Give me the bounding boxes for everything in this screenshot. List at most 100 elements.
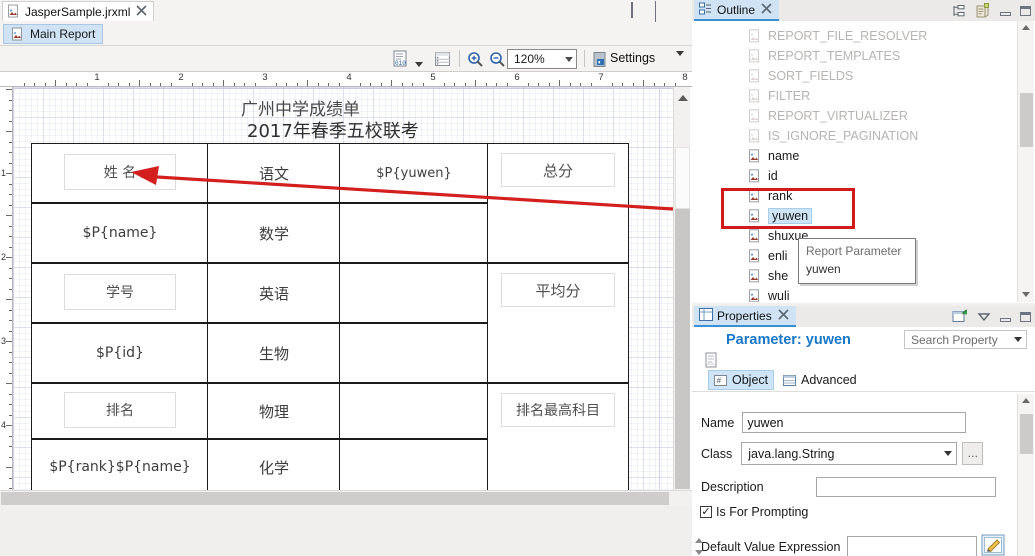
outline-item-report_virtualizer[interactable]: REPORT_VIRTUALIZER [748, 106, 908, 126]
chevron-down-icon[interactable] [944, 451, 953, 456]
name-field[interactable]: yuwen [742, 412, 967, 433]
vertical-ruler: 1234 [0, 87, 13, 490]
class-browse-button[interactable]: … [962, 442, 984, 465]
ruler-tick [108, 83, 109, 86]
report-title-line2[interactable]: 2017年春季五校联考 [247, 117, 419, 143]
maximize-icon[interactable] [1020, 311, 1031, 325]
cell-wuli-label[interactable]: 物理 [207, 383, 341, 439]
cell-top-subject-label[interactable]: 排名最高科目 [501, 393, 615, 427]
settings-label[interactable]: Settings [610, 51, 655, 65]
tab-main-report[interactable]: Main Report [3, 24, 104, 44]
search-property-input[interactable]: Search Property [904, 330, 1027, 349]
editor-tab-jasper-sample[interactable]: JasperSample.jrxml [2, 1, 155, 21]
view-menu-icon[interactable] [977, 311, 991, 326]
settings-icon[interactable] [592, 49, 608, 69]
parameter-icon [748, 88, 762, 104]
close-icon[interactable] [776, 308, 789, 323]
outline-item-filter[interactable]: FILTER [748, 86, 810, 106]
minimize-icon[interactable] [631, 2, 633, 18]
cell-box-blank-2[interactable] [339, 263, 489, 323]
canvas-horizontal-scrollbar[interactable] [0, 490, 692, 506]
cell-box-blank-5[interactable] [339, 439, 489, 490]
outline-item-label: id [768, 169, 778, 183]
is-for-prompting-checkbox[interactable]: ✓ [700, 506, 712, 518]
ruler-tick [9, 373, 12, 374]
chevron-down-icon[interactable] [565, 56, 573, 62]
outline-item-name[interactable]: name [748, 146, 799, 166]
dataset-caret-icon[interactable] [415, 54, 423, 74]
ruler-tick [612, 83, 613, 86]
minimize-icon[interactable] [1000, 5, 1011, 19]
zoom-level-combo[interactable]: 120% [507, 49, 577, 69]
canvas-vertical-scrollbar[interactable] [673, 87, 690, 490]
properties-scroll-thumb[interactable] [1020, 414, 1033, 454]
horizontal-scroll-thumb[interactable] [1, 492, 669, 505]
scroll-up-icon[interactable] [1022, 25, 1030, 30]
cell-rank-label[interactable]: 排名 [64, 392, 176, 428]
vertical-scroll-track[interactable] [675, 209, 690, 489]
vertical-scroll-thumb[interactable] [675, 147, 690, 209]
dataset-button[interactable]: 010 [392, 49, 409, 69]
cell-id-value[interactable]: $P{id} [31, 323, 209, 383]
settings-caret-icon[interactable] [676, 51, 684, 70]
cell-rank-value[interactable]: $P{rank}$P{name} [31, 439, 209, 490]
edit-expression-icon[interactable] [981, 534, 1005, 556]
outline-item-enli[interactable]: enli [748, 246, 787, 266]
cell-yuwen-label[interactable]: 语文 [207, 143, 341, 203]
cell-shengwu-label[interactable]: 生物 [207, 323, 341, 383]
minimize-icon[interactable] [1000, 311, 1011, 325]
outline-item-is_ignore_pagination[interactable]: IS_IGNORE_PAGINATION [748, 126, 918, 146]
close-icon[interactable] [134, 4, 147, 19]
scroll-up-icon[interactable] [678, 95, 688, 101]
outline-scroll-thumb[interactable] [1020, 93, 1033, 147]
ruler-tick [6, 299, 12, 300]
class-combo[interactable]: java.lang.String [741, 442, 958, 465]
description-field[interactable] [815, 477, 996, 497]
outline-tab-bar: Outline [692, 0, 1035, 21]
outline-item-id[interactable]: id [748, 166, 778, 186]
ruler-tick [9, 121, 12, 122]
default-value-expression-field[interactable] [847, 535, 978, 556]
zoom-in-icon[interactable] [467, 49, 484, 69]
cell-average-label[interactable]: 平均分 [501, 273, 615, 307]
cell-box-blank-3[interactable] [339, 323, 489, 383]
outline-item-sort_fields[interactable]: SORT_FIELDS [748, 66, 853, 86]
close-icon[interactable] [759, 2, 772, 17]
report-bands-button[interactable] [434, 49, 451, 69]
zoom-out-icon[interactable] [489, 49, 506, 69]
chevron-down-icon[interactable] [1014, 337, 1022, 342]
outline-item-report_templates[interactable]: REPORT_TEMPLATES [748, 46, 900, 66]
scroll-down-icon[interactable] [1022, 292, 1030, 297]
cell-yuwen-value[interactable]: $P{yuwen} [339, 143, 489, 203]
pin-icon[interactable] [952, 309, 968, 327]
tab-outline[interactable]: Outline [694, 0, 780, 21]
link-editor-icon[interactable] [975, 3, 991, 21]
cell-box-blank-4[interactable] [339, 383, 489, 439]
ruler-tick [6, 383, 12, 384]
outline-item-label: she [768, 269, 789, 283]
ruler-tick [6, 173, 12, 174]
cell-english-label[interactable]: 英语 [207, 263, 341, 323]
tab-advanced[interactable]: Advanced [778, 370, 862, 390]
outline-vertical-scrollbar[interactable] [1017, 21, 1034, 302]
cell-name-value[interactable]: $P{name} [31, 203, 209, 263]
cell-total-label[interactable]: 总分 [501, 153, 615, 187]
report-design-canvas[interactable]: 广州中学成绩单 2017年春季五校联考 姓 名 $P{name} 学号 $P{i… [13, 87, 673, 490]
maximize-icon[interactable] [1020, 5, 1031, 19]
ruler-tick [9, 226, 12, 227]
tab-object[interactable]: # Object [708, 370, 775, 390]
cell-huaxue-label[interactable]: 化学 [207, 439, 341, 490]
properties-vertical-scrollbar[interactable] [1017, 394, 1034, 556]
cell-box-blank-1[interactable] [339, 203, 489, 263]
outline-item-wuli[interactable]: wuli [748, 286, 790, 302]
collapse-all-icon[interactable] [952, 4, 966, 21]
outline-item-she[interactable]: she [748, 266, 788, 286]
cell-name-label[interactable]: 姓 名 [64, 154, 176, 190]
cell-id-label[interactable]: 学号 [64, 274, 176, 310]
cell-shuxue-label[interactable]: 数学 [207, 203, 341, 263]
default-value-expression-spinner[interactable] [692, 535, 706, 556]
tab-properties[interactable]: Properties [694, 306, 796, 327]
outline-item-report_file_resolver[interactable]: REPORT_FILE_RESOLVER [748, 26, 927, 46]
outline-tab-label: Outline [717, 2, 756, 17]
scroll-up-icon[interactable] [1022, 398, 1030, 403]
